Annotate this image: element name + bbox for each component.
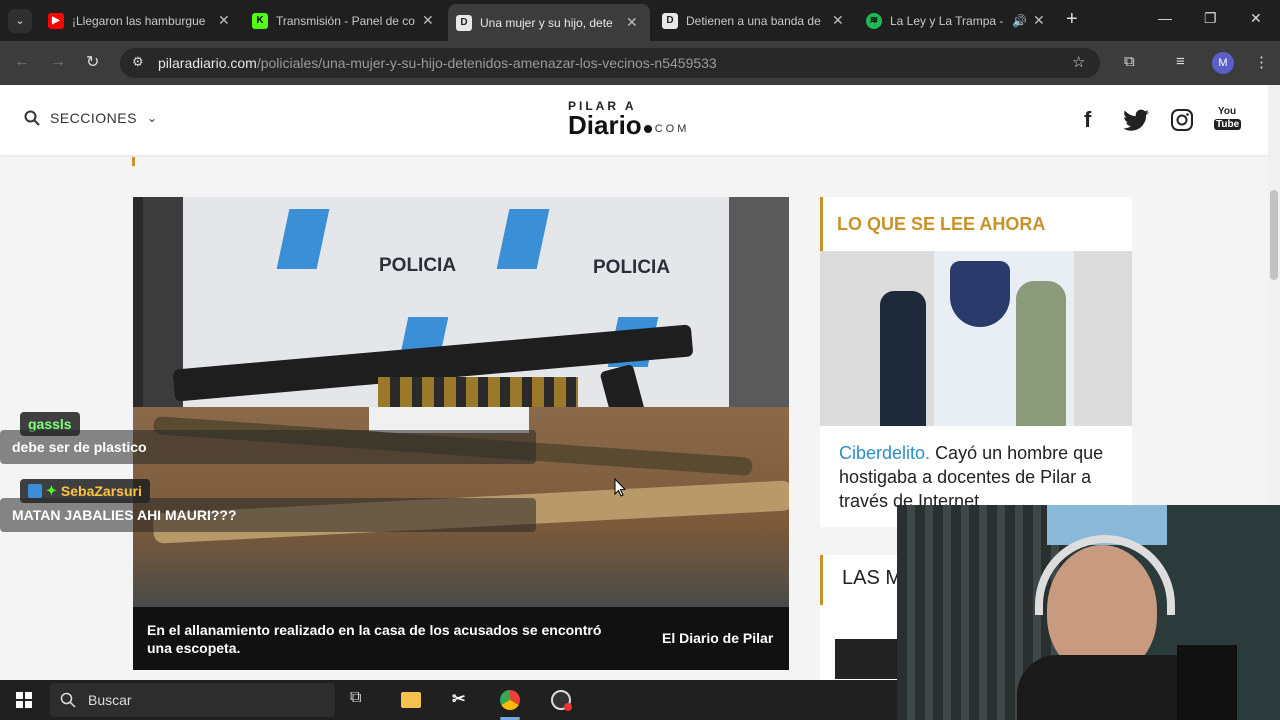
image-credit: El Diario de Pilar: [662, 630, 774, 646]
browser-tab-active[interactable]: D Una mujer y su hijo, dete ✕: [448, 4, 650, 41]
chrome-icon[interactable]: [500, 690, 520, 710]
chat-message: MATAN JABALIES AHI MAURI???: [0, 498, 536, 532]
capcut-icon[interactable]: ✂: [452, 689, 465, 709]
forward-icon[interactable]: →: [50, 53, 66, 71]
cursor-icon: [614, 478, 626, 497]
logo-main: Diario: [568, 110, 642, 140]
file-explorer-icon[interactable]: [401, 692, 421, 708]
accent-bar: [132, 157, 135, 166]
section-title: LAS M: [842, 567, 903, 589]
back-icon[interactable]: ←: [14, 53, 30, 71]
sections-label[interactable]: SECCIONES: [50, 110, 137, 126]
story-headline[interactable]: Ciberdelito. Cayó un hombre que hostigab…: [839, 441, 1119, 513]
sections-menu[interactable]: SECCIONES ⌄: [24, 110, 157, 126]
windows-start-icon[interactable]: [16, 692, 32, 708]
story-image[interactable]: [820, 251, 1132, 426]
menu-icon[interactable]: ⋮: [1254, 53, 1269, 71]
bookmark-star-icon[interactable]: ☆: [1072, 53, 1085, 71]
close-tab-icon[interactable]: ✕: [1033, 12, 1045, 29]
kick-icon: K: [252, 12, 268, 29]
tab-title: Transmisión - Panel de co: [276, 13, 415, 28]
browser-tab-strip: ⌄ ▶ ¡Llegaron las hamburgue ✕ K Transmis…: [0, 0, 1280, 41]
close-tab-icon[interactable]: ✕: [422, 12, 434, 29]
twitter-icon[interactable]: [1124, 109, 1150, 131]
site-header: SECCIONES ⌄ PILAR A Diario COM f You Tube: [0, 85, 1268, 155]
badge-icon: [28, 484, 42, 498]
extensions-icon[interactable]: ⧉: [1124, 53, 1135, 70]
logo-dot: [643, 125, 652, 133]
image-caption-bar: En el allanamiento realizado en la casa …: [133, 607, 789, 670]
browser-toolbar: ← → ↻ ⚙ pilaradiario.com/policiales/una-…: [0, 41, 1280, 85]
address-bar[interactable]: ⚙ pilaradiario.com/policiales/una-mujer-…: [120, 48, 1100, 78]
restore-icon[interactable]: ❐: [1204, 10, 1217, 27]
facebook-icon[interactable]: f: [1084, 107, 1091, 133]
chat-message: debe ser de plastico: [0, 430, 536, 464]
browser-tab[interactable]: ▶ ¡Llegaron las hamburgue ✕: [40, 6, 240, 35]
tab-title: La Ley y La Trampa -: [890, 13, 1004, 28]
logo-suffix: COM: [654, 123, 690, 135]
chevron-down-icon[interactable]: ⌄: [147, 111, 157, 125]
youtube-icon[interactable]: You Tube: [1214, 105, 1242, 135]
taskbar: Buscar ⧉ ✂: [0, 680, 897, 720]
section-title: LO QUE SE LEE AHORA: [837, 214, 1046, 234]
trending-widget: LO QUE SE LEE AHORA Ciberdelito. Cayó un…: [820, 197, 1132, 527]
site-info-icon[interactable]: ⚙: [132, 54, 144, 70]
close-tab-icon[interactable]: ✕: [218, 12, 230, 29]
taskbar-search[interactable]: Buscar: [50, 683, 335, 717]
speaker-icon[interactable]: 🔊: [1012, 14, 1027, 28]
close-tab-icon[interactable]: ✕: [626, 14, 638, 31]
new-tab-button[interactable]: +: [1066, 8, 1078, 31]
spotify-icon: ≋: [866, 12, 882, 29]
tab-search-button[interactable]: ⌄: [8, 9, 32, 33]
police-label: POLICIA: [379, 255, 457, 276]
browser-tab[interactable]: D Detienen a una banda de ✕: [654, 6, 854, 35]
recording-dot: [564, 703, 572, 711]
minimize-icon[interactable]: —: [1158, 10, 1172, 26]
shield-icon: [950, 261, 1010, 327]
story-tag[interactable]: Ciberdelito.: [839, 443, 930, 463]
tab-title: Una mujer y su hijo, dete: [480, 15, 613, 30]
avatar[interactable]: M: [1212, 52, 1234, 74]
diario-icon: D: [456, 14, 472, 31]
youtube-icon: ▶: [48, 12, 64, 29]
section-accent: [820, 555, 823, 605]
browser-tab[interactable]: ≋ La Ley y La Trampa - 🔊 ✕: [858, 6, 1058, 35]
close-window-icon[interactable]: ✕: [1250, 10, 1262, 27]
microphone: [1177, 645, 1237, 720]
search-placeholder: Buscar: [88, 692, 132, 708]
search-icon: [60, 692, 76, 708]
url-path: /policiales/una-mujer-y-su-hijo-detenido…: [256, 55, 717, 71]
search-icon[interactable]: [24, 110, 40, 126]
task-view-icon[interactable]: ⧉: [350, 689, 361, 707]
image-caption: En el allanamiento realizado en la casa …: [147, 622, 602, 656]
media-control-icon[interactable]: ≡: [1176, 53, 1185, 70]
close-tab-icon[interactable]: ✕: [832, 12, 844, 29]
officer-figure: [880, 291, 926, 426]
reload-icon[interactable]: ↻: [86, 52, 99, 72]
tab-title: Detienen a una banda de: [686, 13, 821, 28]
police-label: POLICIA: [593, 257, 671, 278]
webcam-overlay: [897, 505, 1280, 720]
instagram-icon[interactable]: [1170, 108, 1194, 132]
browser-tab[interactable]: K Transmisión - Panel de co ✕: [244, 6, 444, 35]
url-text: pilaradiario.com/policiales/una-mujer-y-…: [158, 55, 717, 71]
section-accent: [820, 197, 823, 251]
diario-icon: D: [662, 12, 678, 29]
site-logo[interactable]: PILAR A Diario COM: [568, 99, 708, 143]
tab-title: ¡Llegaron las hamburgue: [72, 13, 206, 28]
story-thumbnail[interactable]: [835, 639, 905, 679]
man-figure: [1016, 281, 1066, 426]
url-host: pilaradiario.com: [158, 55, 257, 71]
scrollbar-thumb[interactable]: [1270, 190, 1278, 280]
